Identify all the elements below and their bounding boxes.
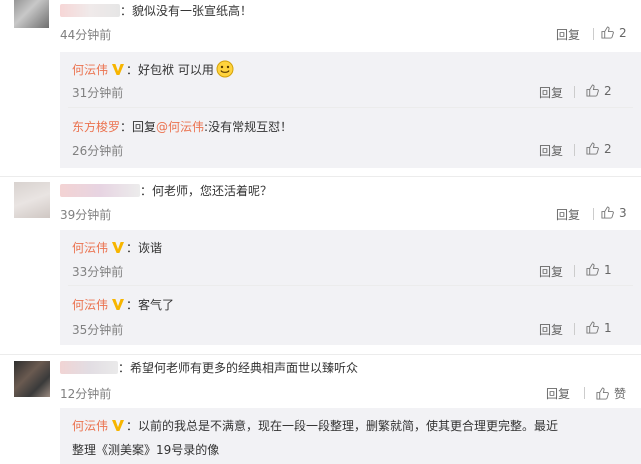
reply-author[interactable]: 东方梭罗 [72, 120, 120, 134]
like-button[interactable]: 1 [586, 321, 612, 335]
reply-button[interactable]: 回复 [539, 84, 563, 101]
reply-body: ：好包袱 可以用 [126, 63, 214, 77]
comment-text: ：希望何老师有更多的经典相声面世以臻听众 [60, 359, 358, 376]
divider [0, 354, 641, 355]
smile-emoji-icon [216, 60, 234, 78]
like-count: 1 [604, 263, 612, 277]
like-button[interactable]: 2 [601, 26, 627, 40]
blurred-username[interactable] [60, 184, 140, 197]
reply-text-continued: 整理《测美案》19号录的像 [72, 443, 220, 457]
comment-body: ：貌似没有一张宣纸高！ [120, 4, 253, 18]
vip-v-icon [112, 64, 125, 75]
reply-author[interactable]: 何沄伟 [72, 241, 108, 255]
thumbs-up-icon [601, 206, 614, 219]
avatar[interactable] [14, 0, 49, 28]
reply-body: ：以前的我总是不满意，现在一段一段整理，删繁就简，使其更合理更完整。最近 [126, 419, 559, 433]
comment-text: ：貌似没有一张宣纸高！ [60, 2, 252, 19]
reply-time: 35分钟前 [72, 323, 124, 337]
comment-time: 44分钟前 [60, 28, 112, 42]
like-button[interactable]: 2 [586, 142, 612, 156]
reply-author[interactable]: 何沄伟 [72, 419, 108, 433]
mention-link[interactable]: @何沄伟 [156, 120, 204, 134]
divider [0, 176, 641, 177]
reply-body: ：诙谐 [126, 241, 163, 255]
divider [574, 144, 575, 156]
thumbs-up-icon [601, 26, 614, 39]
like-count: 2 [604, 142, 612, 156]
reply-button[interactable]: 回复 [539, 263, 563, 280]
vip-v-icon [112, 299, 125, 310]
like-count: 3 [619, 206, 627, 220]
reply-text: 何沄伟 ：好包袱 可以用 [72, 60, 234, 78]
like-count: 2 [619, 26, 627, 40]
blurred-username[interactable] [60, 361, 118, 374]
divider [584, 387, 585, 399]
divider [574, 86, 575, 98]
reply-button[interactable]: 回复 [546, 385, 570, 402]
comment-time: 39分钟前 [60, 208, 112, 222]
reply-button[interactable]: 回复 [556, 26, 580, 43]
thumbs-up-icon [596, 387, 609, 400]
divider [68, 285, 633, 286]
reply-body: :没有常规互怼！ [204, 120, 293, 134]
reply-author[interactable]: 何沄伟 [72, 298, 108, 312]
reply-text: 何沄伟 ：客气了 [72, 296, 174, 313]
thumbs-up-icon [586, 142, 599, 155]
reply-body: ：客气了 [126, 298, 175, 312]
like-count: 1 [604, 321, 612, 335]
reply-time: 31分钟前 [72, 86, 124, 100]
like-count: 赞 [614, 387, 627, 401]
blurred-username[interactable] [60, 4, 120, 17]
reply-author[interactable]: 何沄伟 [72, 63, 108, 77]
reply-text: 何沄伟 ：诙谐 [72, 239, 162, 256]
divider [68, 107, 633, 108]
like-count: 2 [604, 84, 612, 98]
vip-v-icon [112, 242, 125, 253]
comment-body: ：希望何老师有更多的经典相声面世以臻听众 [118, 361, 359, 375]
reply-prefix: ：回复 [120, 120, 157, 134]
like-button[interactable]: 1 [586, 263, 612, 277]
reply-button[interactable]: 回复 [539, 321, 563, 338]
divider [574, 265, 575, 277]
avatar[interactable] [14, 361, 50, 397]
comment-body: ：何老师，您还活着呢？ [140, 184, 273, 198]
comment-time: 12分钟前 [60, 387, 112, 401]
reply-time: 26分钟前 [72, 144, 124, 158]
divider [593, 28, 594, 40]
thumbs-up-icon [586, 321, 599, 334]
reply-button[interactable]: 回复 [556, 206, 580, 223]
thumbs-up-icon [586, 84, 599, 97]
divider [574, 323, 575, 335]
like-button[interactable]: 3 [601, 206, 627, 220]
divider [593, 208, 594, 220]
reply-time: 33分钟前 [72, 265, 124, 279]
comment-text: ：何老师，您还活着呢？ [60, 182, 272, 199]
vip-v-icon [112, 420, 125, 431]
reply-button[interactable]: 回复 [539, 142, 563, 159]
thumbs-up-icon [586, 263, 599, 276]
reply-text: 东方梭罗：回复@何沄伟:没有常规互怼！ [72, 118, 292, 135]
avatar[interactable] [14, 182, 50, 218]
like-button[interactable]: 2 [586, 84, 612, 98]
like-button[interactable]: 赞 [596, 385, 626, 402]
reply-text: 何沄伟 ：以前的我总是不满意，现在一段一段整理，删繁就简，使其更合理更完整。最近 [72, 417, 558, 434]
